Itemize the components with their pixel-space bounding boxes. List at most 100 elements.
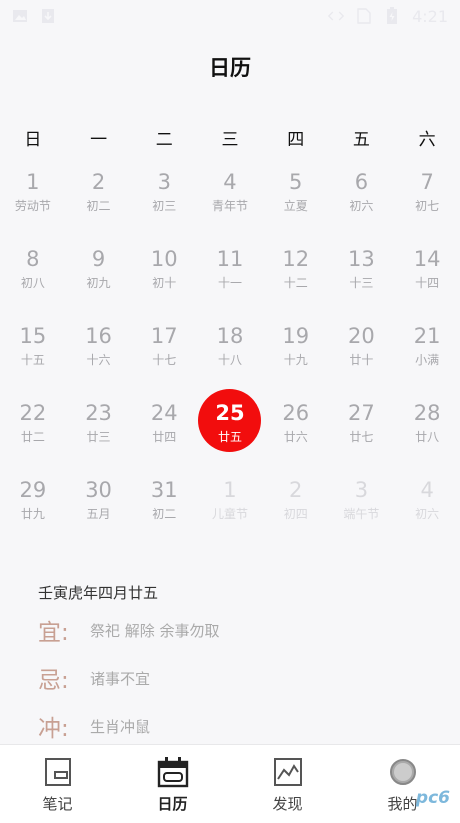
- calendar-day[interactable]: 21 小满: [394, 321, 460, 398]
- day-number: 1: [223, 478, 237, 502]
- lunar-day: 初二: [152, 507, 177, 521]
- tab-label: 日历: [157, 795, 188, 813]
- calendar-day[interactable]: 23 廿三: [66, 398, 132, 475]
- calendar-day[interactable]: 29 廿九: [0, 475, 66, 552]
- day-number: 11: [216, 247, 244, 271]
- day-number: 2: [91, 170, 106, 194]
- calendar-day[interactable]: 24 廿四: [131, 398, 197, 475]
- lunar-day: 廿十: [349, 353, 374, 367]
- calendar-day[interactable]: 3 初三: [131, 167, 197, 244]
- tab-mine[interactable]: 我的: [345, 745, 460, 823]
- lunar-day: 廿三: [86, 430, 111, 444]
- calendar-day[interactable]: 31 初二: [131, 475, 197, 552]
- tab-notes[interactable]: 笔记: [0, 745, 115, 823]
- calendar-day[interactable]: 19 十九: [263, 321, 329, 398]
- battery-icon: [384, 7, 400, 24]
- lunar-day: 端午节: [343, 507, 380, 521]
- lunar-day: 十一: [217, 276, 242, 290]
- tab-label: 我的: [387, 795, 418, 813]
- weekday-label: 一: [90, 130, 108, 150]
- tab-calendar[interactable]: 日历: [115, 745, 230, 823]
- calendar-day[interactable]: 20 廿十: [329, 321, 395, 398]
- lunar-day: 廿四: [152, 430, 177, 444]
- calendar-day-selected[interactable]: 25 廿五: [197, 389, 263, 475]
- day-number: 10: [150, 247, 178, 271]
- day-number: 3: [354, 478, 369, 502]
- lunar-day: 初七: [415, 199, 440, 213]
- clash-text: 生肖冲鼠: [90, 717, 151, 736]
- calendar-icon: [157, 756, 189, 788]
- calendar-day[interactable]: 3 端午节: [329, 475, 395, 552]
- download-icon: [40, 8, 56, 24]
- lunar-day: 劳动节: [14, 199, 51, 213]
- lunar-day: 廿九: [20, 507, 45, 521]
- day-number: 22: [19, 401, 47, 425]
- calendar-day[interactable]: 14 十四: [394, 244, 460, 321]
- calendar-day[interactable]: 11 十一: [197, 244, 263, 321]
- lunar-day: 初八: [20, 276, 45, 290]
- day-number: 19: [282, 324, 310, 348]
- calendar-day[interactable]: 12 十二: [263, 244, 329, 321]
- calendar-day[interactable]: 1 劳动节: [0, 167, 66, 244]
- clash-row: 冲: 生肖冲鼠: [38, 702, 438, 750]
- calendar-day[interactable]: 28 廿八: [394, 398, 460, 475]
- weekday-label: 二: [155, 130, 173, 150]
- lunar-date: 壬寅虎年四月廿五: [38, 584, 159, 602]
- day-number: 12: [282, 247, 310, 271]
- weekday-header: 日一二三四五六: [0, 128, 460, 152]
- avoid-row: 忌: 诸事不宜: [38, 654, 438, 702]
- calendar-day[interactable]: 13 十三: [329, 244, 395, 321]
- day-number: 20: [348, 324, 375, 348]
- calendar-day[interactable]: 5 立夏: [263, 167, 329, 244]
- day-number: 16: [85, 324, 112, 348]
- tab-discover[interactable]: 发现: [230, 745, 345, 823]
- calendar-day[interactable]: 8 初八: [0, 244, 66, 321]
- calendar-day[interactable]: 2 初二: [66, 167, 132, 244]
- calendar-day[interactable]: 2 初四: [263, 475, 329, 552]
- calendar-day[interactable]: 16 十六: [66, 321, 132, 398]
- calendar-day[interactable]: 6 初六: [329, 167, 395, 244]
- almanac-info: 壬寅虎年四月廿五 宜: 祭祀 解除 余事勿取 忌: 诸事不宜 冲: 生肖冲鼠: [38, 580, 438, 750]
- status-bar: 4:21: [0, 0, 460, 32]
- day-number: 5: [289, 170, 303, 194]
- calendar-day[interactable]: 7 初七: [394, 167, 460, 244]
- calendar-day[interactable]: 22 廿二: [0, 398, 66, 475]
- day-number: 14: [413, 247, 441, 271]
- lunar-day: 廿五: [217, 430, 242, 444]
- chart-icon: [272, 756, 304, 788]
- lunar-day: 廿七: [349, 430, 374, 444]
- calendar-day[interactable]: 26 廿六: [263, 398, 329, 475]
- calendar-day[interactable]: 4 青年节: [197, 167, 263, 244]
- calendar-day[interactable]: 15 十五: [0, 321, 66, 398]
- day-number: 6: [354, 170, 369, 194]
- day-number: 4: [420, 478, 434, 502]
- lunar-day: 初二: [86, 199, 111, 213]
- calendar-day[interactable]: 18 十八: [197, 321, 263, 398]
- lunar-day: 十五: [20, 353, 45, 367]
- calendar-day[interactable]: 30 五月: [66, 475, 132, 552]
- calendar-day[interactable]: 4 初六: [394, 475, 460, 552]
- lunar-day: 廿二: [20, 430, 45, 444]
- calendar-day[interactable]: 9 初九: [66, 244, 132, 321]
- day-number: 28: [413, 401, 441, 425]
- profile-icon: [387, 756, 419, 788]
- calendar-day[interactable]: 1 儿童节: [197, 475, 263, 552]
- watermark: pc6: [415, 788, 450, 808]
- day-number: 29: [19, 478, 47, 502]
- lunar-day: 初十: [152, 276, 177, 290]
- avoid-text: 诸事不宜: [90, 669, 151, 688]
- day-number: 3: [157, 170, 171, 194]
- avoid-label: 忌:: [38, 668, 69, 694]
- calendar-day[interactable]: 10 初十: [131, 244, 197, 321]
- suitable-row: 宜: 祭祀 解除 余事勿取: [38, 606, 438, 654]
- weekday-label: 日: [24, 130, 42, 150]
- tab-label: 笔记: [42, 795, 73, 813]
- day-number: 26: [282, 401, 310, 425]
- calendar-day[interactable]: 17 十七: [131, 321, 197, 398]
- day-number: 23: [85, 401, 112, 425]
- calendar-grid: 1 劳动节 2 初二 3 初三 4 青年节 5 立夏 6 初六 7 初七 8 初八 9 初九 10 初十 11 十一 12 十…: [0, 167, 460, 552]
- bottom-tab-bar: 笔记 日历 发现 我的: [0, 744, 460, 823]
- lunar-day: 十二: [283, 276, 308, 290]
- calendar-day[interactable]: 27 廿七: [329, 398, 395, 475]
- sim-card-icon: [356, 8, 372, 24]
